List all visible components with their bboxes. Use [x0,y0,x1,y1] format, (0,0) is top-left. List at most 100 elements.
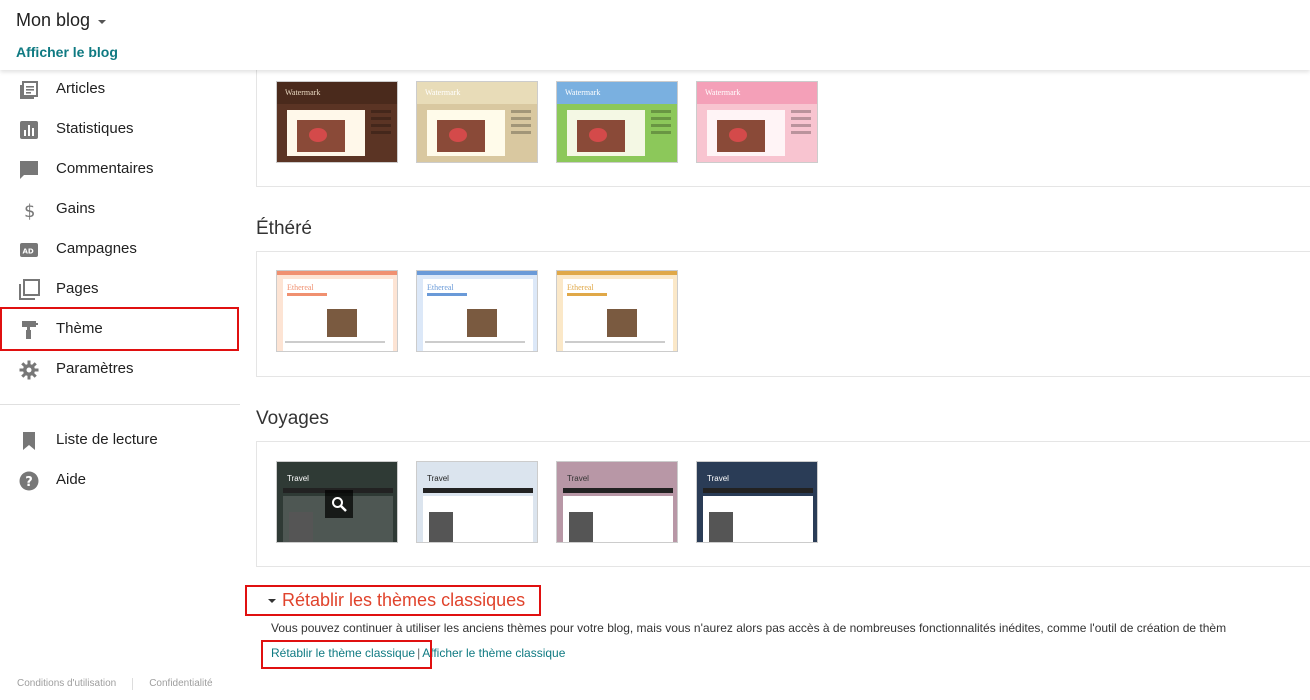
view-blog-link[interactable]: Afficher le blog [16,44,118,60]
thumb-header: Watermark [697,82,817,104]
thumb-tabs [567,293,607,296]
thumb-post [707,110,785,156]
blog-selector[interactable]: Mon blog [16,10,107,31]
view-classic-theme-link[interactable]: Afficher le thème classique [422,646,565,660]
theme-thumbnail-watermark-2[interactable]: Watermark [416,81,538,163]
theme-thumbnail-ethere-2[interactable]: Ethereal [416,270,538,352]
thumb-bar [417,271,537,275]
terms-link[interactable]: Conditions d'utilisation [17,678,116,690]
theme-thumbnail-ethere-3[interactable]: Ethereal [556,270,678,352]
footer-separator [132,678,134,690]
gear-icon [18,359,40,381]
thumb-photo [289,512,313,542]
classic-title-highlight-box [245,585,541,616]
thumb-title: Ethereal [567,283,594,292]
thumb-bar [557,271,677,275]
pages-icon [18,279,40,301]
theme-thumbnail-voyages-4[interactable]: Travel [696,461,818,543]
sidebar-item-label: Pages [56,280,99,297]
svg-text:AD: AD [23,248,34,256]
thumb-title: Watermark [705,88,741,97]
privacy-link[interactable]: Confidentialité [149,678,212,690]
thumb-lines [425,341,525,343]
comment-icon [18,159,40,181]
sidebar-item-statistiques[interactable]: Statistiques [0,110,240,150]
theme-thumbnail-watermark-3[interactable]: Watermark [556,81,678,163]
sidebar-item-label: Gains [56,200,96,217]
theme-highlight-box [0,307,239,351]
sidebar-item-label: Liste de lecture [56,431,158,448]
thumb-title: Watermark [565,88,601,97]
thumb-tabs [287,293,327,296]
thumb-sidebar [791,110,811,150]
help-icon: ? [18,470,40,492]
sidebar-item-parametres[interactable]: Paramètres [0,350,240,390]
dollar-icon: $ [18,199,40,221]
sidebar-item-campagnes[interactable]: AD Campagnes [0,230,240,270]
blog-name[interactable]: Mon blog [16,10,90,31]
sidebar-item-help[interactable]: ? Aide [0,461,240,501]
sidebar-footer: Conditions d'utilisation Confidentialité [17,678,213,690]
thumb-post [287,110,365,156]
sidebar-item-pages[interactable]: Pages [0,270,240,310]
sidebar-divider [0,404,240,405]
sidebar-item-label: Statistiques [56,120,134,137]
section-title-voyages: Voyages [256,408,329,429]
svg-text:?: ? [25,475,33,490]
sidebar-item-gains[interactable]: $ Gains [0,190,240,230]
thumb-photo [607,309,637,337]
theme-thumbnail-ethere-1[interactable]: Ethereal [276,270,398,352]
sidebar-item-commentaires[interactable]: Commentaires [0,150,240,190]
sidebar-item-label: Campagnes [56,240,137,257]
articles-icon [18,79,40,101]
thumb-photo [327,309,357,337]
sidebar-item-label: Commentaires [56,160,154,177]
thumb-title: Travel [427,474,449,483]
dropdown-caret-icon[interactable] [98,19,107,24]
search-icon[interactable] [325,490,353,518]
thumb-photo [437,120,485,152]
sidebar-item-label: Paramètres [56,360,134,377]
thumb-photo [297,120,345,152]
theme-thumbnail-voyages-2[interactable]: Travel [416,461,538,543]
sidebar-item-label: Aide [56,471,87,488]
sidebar-item-label: Articles [56,80,106,97]
section-title-ethere: Éthéré [256,218,312,239]
thumb-photo [717,120,765,152]
thumb-post [567,110,645,156]
stats-icon [18,119,40,141]
thumb-header: Watermark [417,82,537,104]
thumb-photo [429,512,453,542]
thumb-photo [569,512,593,542]
thumb-photo [709,512,733,542]
thumb-nav [563,488,673,493]
theme-thumbnail-voyages-3[interactable]: Travel [556,461,678,543]
thumb-lines [285,341,385,343]
svg-text:$: $ [24,201,35,220]
sidebar-item-articles[interactable]: Articles [0,70,240,110]
thumb-title: Watermark [285,88,321,97]
classic-themes-description: Vous pouvez continuer à utiliser les anc… [271,621,1227,635]
theme-thumbnail-watermark-1[interactable]: Watermark [276,81,398,163]
thumb-nav [703,488,813,493]
thumb-photo [467,309,497,337]
thumb-header: Watermark [277,82,397,104]
thumb-title: Ethereal [427,283,454,292]
app-header: Mon blog Afficher le blog [0,0,1310,70]
ad-icon: AD [18,239,40,261]
thumb-header: Watermark [557,82,677,104]
thumb-sidebar [371,110,391,150]
thumb-title: Travel [287,474,309,483]
thumb-bar [277,271,397,275]
sidebar-item-reading-list[interactable]: Liste de lecture [0,421,240,461]
thumb-lines [565,341,665,343]
thumb-nav [423,488,533,493]
thumb-tabs [427,293,467,296]
thumb-post [427,110,505,156]
theme-thumbnail-voyages-1[interactable]: Travel [276,461,398,543]
theme-thumbnail-watermark-4[interactable]: Watermark [696,81,818,163]
thumb-title: Watermark [425,88,461,97]
thumb-title: Ethereal [287,283,314,292]
thumb-sidebar [511,110,531,150]
ethere-section [256,251,1310,377]
